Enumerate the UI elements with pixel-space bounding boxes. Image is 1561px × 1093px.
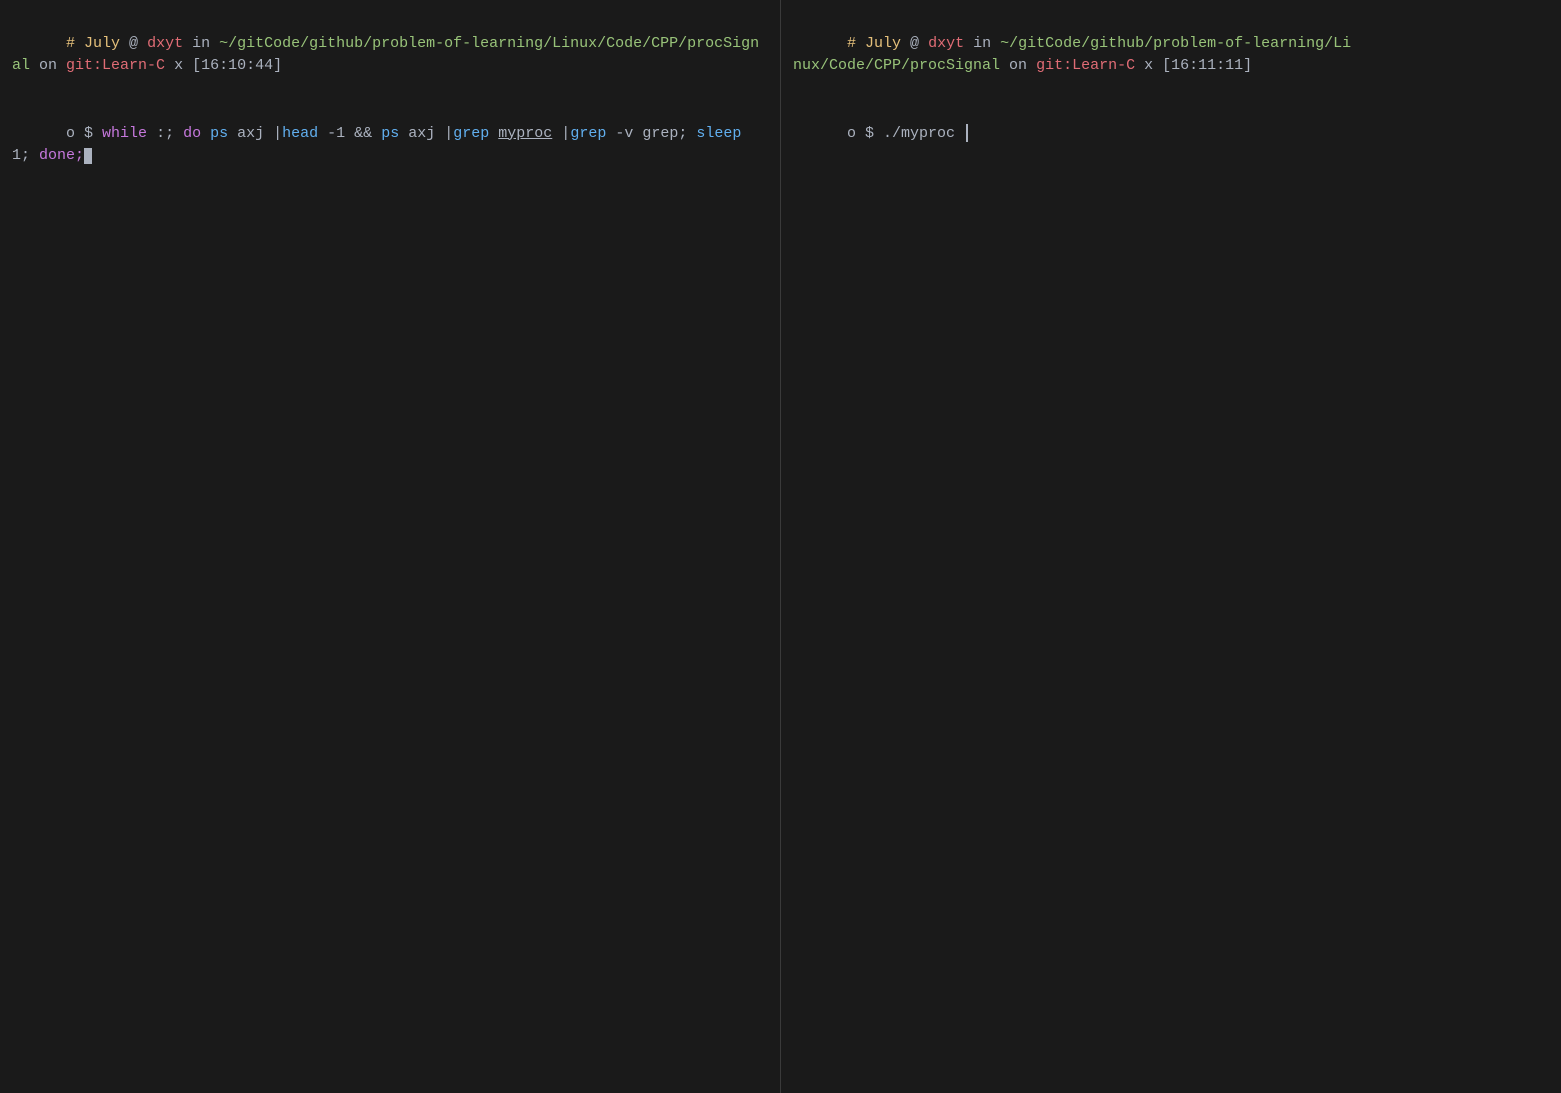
branch-name-right: Learn-C xyxy=(1072,57,1135,74)
pipe-3: | xyxy=(561,125,570,142)
space-pipe-3 xyxy=(552,125,561,142)
cursor-left xyxy=(84,148,92,164)
hash-symbol: # xyxy=(66,35,84,52)
time-bracket-open: [ xyxy=(192,57,201,74)
terminal-container: # July @ dxyt in ~/gitCode/github/proble… xyxy=(0,0,1561,1093)
x-label: x xyxy=(165,57,192,74)
time-bracket-close: ] xyxy=(273,57,282,74)
grep-arg-myproc-space xyxy=(489,125,498,142)
head-command: head xyxy=(282,125,318,142)
dollar-prompt: $ xyxy=(75,125,102,142)
done-keyword: done; xyxy=(39,147,84,164)
month-right: July xyxy=(865,35,901,52)
timestamp-right: 16:11:11 xyxy=(1171,57,1243,74)
space-after-do xyxy=(201,125,210,142)
ps-command: ps xyxy=(210,125,228,142)
command-colon: :; xyxy=(147,125,183,142)
grep-command-1: grep xyxy=(453,125,489,142)
username-right: dxyt xyxy=(928,35,964,52)
month: July xyxy=(84,35,120,52)
terminal-pane-right[interactable]: # July @ dxyt in ~/gitCode/github/proble… xyxy=(781,0,1561,1093)
dollar-prompt-right: $ xyxy=(856,125,883,142)
ps-args-2: axj xyxy=(399,125,444,142)
x-label-right: x xyxy=(1135,57,1162,74)
in-word-right: in xyxy=(964,35,1000,52)
at-symbol-right: @ xyxy=(901,35,928,52)
branch-name: Learn-C xyxy=(102,57,165,74)
do-keyword: do xyxy=(183,125,201,142)
myproc-arg: myproc xyxy=(498,125,552,142)
in-word: in xyxy=(183,35,219,52)
terminal-pane-left[interactable]: # July @ dxyt in ~/gitCode/github/proble… xyxy=(0,0,781,1093)
grep-v-args: -v grep; xyxy=(606,125,696,142)
on-word-right: on xyxy=(1000,57,1036,74)
head-args: -1 && xyxy=(318,125,381,142)
cursor-right xyxy=(966,124,968,142)
while-keyword: while xyxy=(102,125,147,142)
ps-args-1: axj xyxy=(228,125,273,142)
at-symbol: @ xyxy=(120,35,147,52)
ps-command-2: ps xyxy=(381,125,399,142)
sleep-command: sleep xyxy=(696,125,741,142)
time-bracket-close-right: ] xyxy=(1243,57,1252,74)
myproc-command: ./myproc xyxy=(883,125,964,142)
git-label: git: xyxy=(66,57,102,74)
right-command-line: o $ ./myproc xyxy=(793,100,1549,168)
on-word: on xyxy=(30,57,66,74)
hash-symbol-right: # xyxy=(847,35,865,52)
time-bracket-open-right: [ xyxy=(1162,57,1171,74)
grep-command-2: grep xyxy=(570,125,606,142)
circle-symbol: o xyxy=(66,125,75,142)
timestamp-left: 16:10:44 xyxy=(201,57,273,74)
circle-symbol-right: o xyxy=(847,125,856,142)
username: dxyt xyxy=(147,35,183,52)
left-prompt-line-1: # July @ dxyt in ~/gitCode/github/proble… xyxy=(12,10,768,100)
left-command-line: o $ while :; do ps axj |head -1 && ps ax… xyxy=(12,100,768,190)
git-label-right: git: xyxy=(1036,57,1072,74)
right-prompt-line-1: # July @ dxyt in ~/gitCode/github/proble… xyxy=(793,10,1549,100)
pipe-1: | xyxy=(273,125,282,142)
pipe-2: | xyxy=(444,125,453,142)
